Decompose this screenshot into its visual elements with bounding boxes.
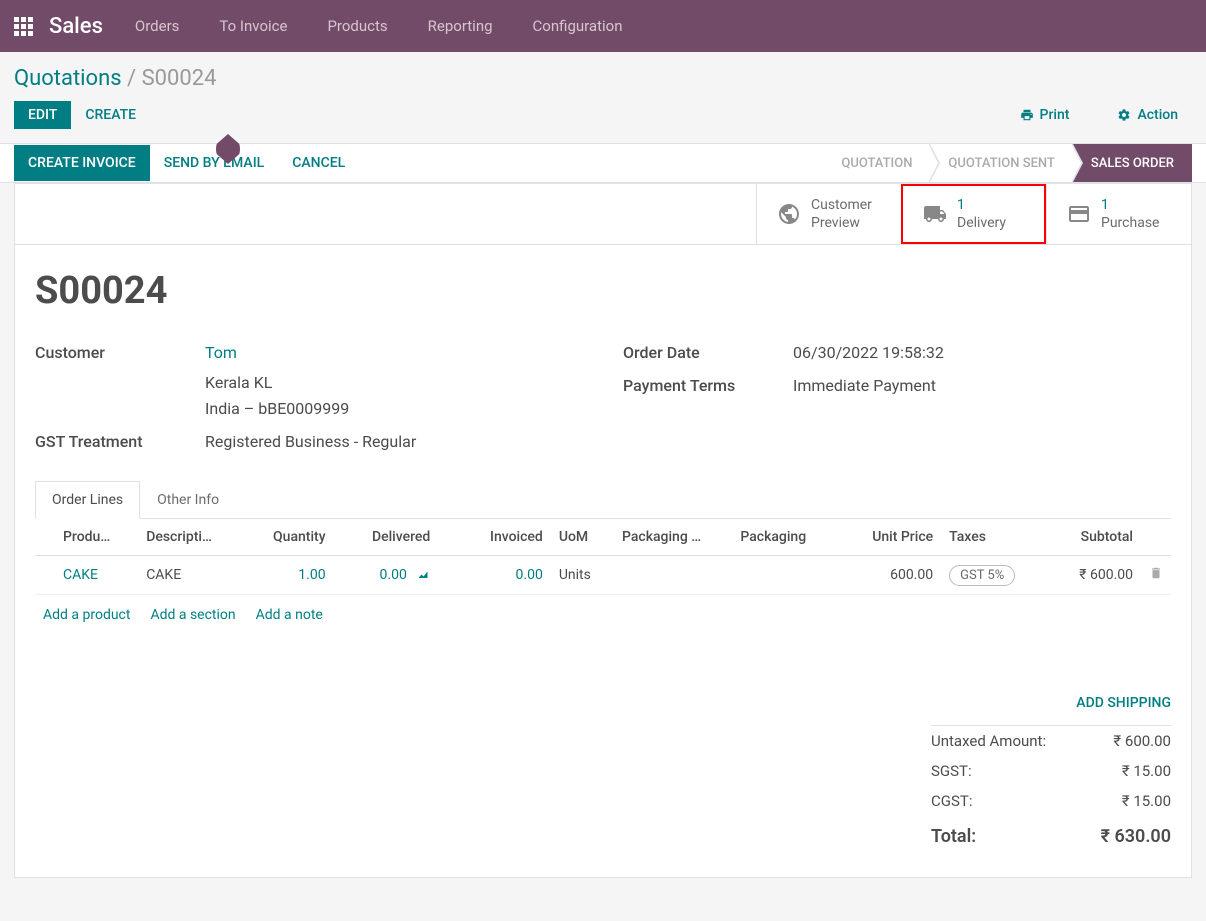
add-note-link[interactable]: Add a note [256,607,323,623]
customer-country: India – bBE0009999 [205,396,349,422]
stat-buttons: CustomerPreview 1 Delivery 1 Purchase [15,184,1191,245]
gst-treatment-label: GST Treatment [35,432,195,451]
purchase-count: 1 [1101,196,1159,214]
tab-order-lines[interactable]: Order Lines [35,481,140,519]
line-unit-price: 600.00 [840,555,941,594]
delivery-count: 1 [957,196,1006,214]
line-delivered[interactable]: 0.00 [334,555,461,594]
col-uom[interactable]: UoM [551,519,614,556]
col-description[interactable]: Descripti… [138,519,243,556]
content: CustomerPreview 1 Delivery 1 Purchase S0… [14,183,1192,878]
tabs: Order Lines Other Info [35,481,1171,519]
record-title: S00024 [35,269,1171,313]
add-links: Add a product Add a section Add a note [35,595,1171,635]
action-bar: CREATE INVOICE SEND BY EMAIL CANCEL QUOT… [0,143,1206,183]
line-packaging-qty [614,555,732,594]
fields-grid: Customer Tom Kerala KL India – bBE000999… [35,343,1171,450]
top-nav: Sales Orders To Invoice Products Reporti… [0,0,1206,52]
action-button[interactable]: Action [1103,101,1192,129]
order-date-label: Order Date [623,343,783,362]
line-description: CAKE [138,555,243,594]
gear-icon [1117,108,1131,122]
nav-menu: Orders To Invoice Products Reporting Con… [135,17,623,35]
sgst-value: ₹ 15.00 [1122,762,1171,780]
customer-preview-label: CustomerPreview [811,196,872,232]
send-by-email-button[interactable]: SEND BY EMAIL [150,145,279,181]
purchase-label: Purchase [1101,214,1159,232]
create-button[interactable]: CREATE [71,101,150,129]
cgst-label: CGST: [931,792,972,810]
credit-card-icon [1067,202,1091,226]
apps-icon[interactable] [14,17,33,36]
col-packaging[interactable]: Packaging [732,519,840,556]
edit-button[interactable]: EDIT [14,101,71,129]
delete-line-icon[interactable] [1141,555,1171,594]
purchase-button[interactable]: 1 Purchase [1046,184,1191,244]
delivery-button[interactable]: 1 Delivery [901,184,1046,244]
breadcrumb: Quotations / S00024 [0,52,1206,101]
record-body: S00024 Customer Tom Kerala KL India – bB… [15,245,1191,876]
add-shipping-button[interactable]: ADD SHIPPING [931,695,1171,726]
status-quotation[interactable]: QUOTATION [823,144,930,182]
area-chart-icon [416,569,430,581]
create-invoice-button[interactable]: CREATE INVOICE [14,145,150,181]
status-bar: QUOTATION QUOTATION SENT SALES ORDER [823,144,1192,182]
line-quantity[interactable]: 1.00 [243,555,333,594]
tab-other-info[interactable]: Other Info [140,481,236,519]
col-product[interactable]: Produ… [55,519,138,556]
truck-icon [923,202,947,226]
col-taxes[interactable]: Taxes [941,519,1049,556]
breadcrumb-separator: / [127,66,136,91]
col-subtotal[interactable]: Subtotal [1049,519,1141,556]
globe-icon [777,202,801,226]
breadcrumb-current: S00024 [142,66,217,91]
line-subtotal: ₹ 600.00 [1049,555,1141,594]
customer-preview-button[interactable]: CustomerPreview [756,184,901,244]
gst-treatment-value: Registered Business - Regular [205,432,416,451]
add-product-link[interactable]: Add a product [43,607,130,623]
cancel-button[interactable]: CANCEL [278,145,359,181]
col-packaging-qty[interactable]: Packaging … [614,519,732,556]
nav-products[interactable]: Products [327,17,387,35]
nav-reporting[interactable]: Reporting [428,17,493,35]
total-value: ₹ 630.00 [1101,826,1171,847]
toolbar: EDIT CREATE Print Action [0,101,1206,143]
total-label: Total: [931,826,976,847]
line-taxes: GST 5% [941,555,1049,594]
line-packaging [732,555,840,594]
nav-orders[interactable]: Orders [135,17,180,35]
print-button[interactable]: Print [1006,101,1084,129]
line-product[interactable]: CAKE [55,555,138,594]
nav-configuration[interactable]: Configuration [533,17,623,35]
col-delivered[interactable]: Delivered [334,519,461,556]
delivery-label: Delivery [957,214,1006,232]
payment-terms-value: Immediate Payment [793,376,936,395]
cgst-value: ₹ 15.00 [1122,792,1171,810]
order-date-value: 06/30/2022 19:58:32 [793,343,944,362]
line-uom: Units [551,555,614,594]
status-sales-order[interactable]: SALES ORDER [1073,144,1192,182]
payment-terms-label: Payment Terms [623,376,783,395]
customer-region: Kerala KL [205,370,349,396]
line-invoiced[interactable]: 0.00 [460,555,551,594]
totals-section: ADD SHIPPING Untaxed Amount: ₹ 600.00 SG… [35,695,1171,853]
add-section-link[interactable]: Add a section [150,607,235,623]
col-quantity[interactable]: Quantity [243,519,333,556]
untaxed-label: Untaxed Amount: [931,732,1046,750]
untaxed-value: ₹ 600.00 [1113,732,1171,750]
print-icon [1020,108,1034,122]
app-name[interactable]: Sales [49,14,103,39]
status-quotation-sent[interactable]: QUOTATION SENT [930,144,1072,182]
breadcrumb-quotations[interactable]: Quotations [14,66,122,91]
col-unit-price[interactable]: Unit Price [840,519,941,556]
col-invoiced[interactable]: Invoiced [460,519,551,556]
order-lines-table: Produ… Descripti… Quantity Delivered Inv… [35,519,1171,595]
customer-label: Customer [35,343,195,421]
sgst-label: SGST: [931,762,972,780]
nav-to-invoice[interactable]: To Invoice [219,17,287,35]
customer-name[interactable]: Tom [205,343,349,362]
table-row[interactable]: CAKE CAKE 1.00 0.00 0.00 Units 600.00 GS… [35,555,1171,594]
